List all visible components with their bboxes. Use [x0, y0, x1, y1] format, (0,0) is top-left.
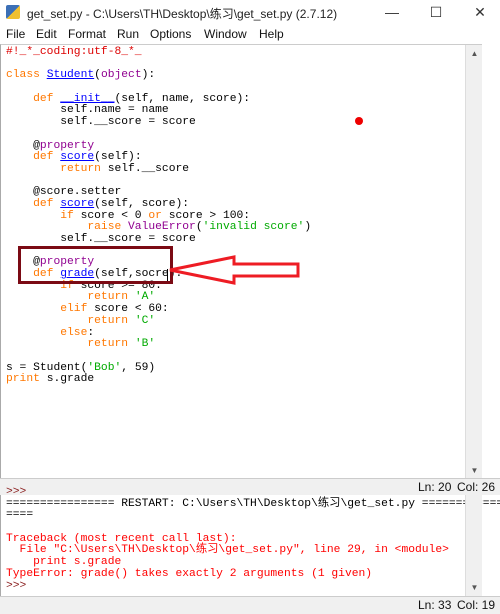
menu-edit[interactable]: Edit — [36, 27, 57, 41]
code-token: score — [60, 197, 95, 210]
code-line: >>> — [6, 579, 500, 593]
code-token: object — [100, 69, 142, 82]
menu-run[interactable]: Run — [117, 27, 139, 41]
code-line: ==== — [6, 510, 500, 522]
code-token: #!_*_coding:utf-8_*_ — [6, 46, 142, 58]
code-token: if — [6, 209, 81, 222]
code-token: 'C' — [134, 314, 156, 327]
code-token: @ — [6, 139, 40, 152]
code-token: score — [60, 151, 95, 164]
code-token: ): — [141, 69, 156, 82]
code-token: TypeError: grade() takes exactly 2 argum… — [6, 567, 373, 580]
code-token: def — [6, 151, 61, 164]
code-token: Student — [46, 69, 95, 82]
code-token: self.__score = score — [6, 116, 196, 129]
code-token: self.__score — [107, 162, 190, 175]
code-line: #!_*_coding:utf-8_*_ — [6, 46, 311, 59]
code-token: s = Student( — [6, 361, 88, 374]
code-token: ( — [94, 69, 101, 82]
scroll-down-icon[interactable]: ▼ — [466, 462, 483, 479]
code-token: score > 100: — [168, 209, 251, 222]
menu-format[interactable]: Format — [68, 27, 106, 41]
scroll-up-icon[interactable]: ▲ — [466, 45, 483, 62]
code-token: print s.grade — [6, 556, 122, 569]
maximize-button[interactable]: ☐ — [416, 2, 456, 22]
title-bar: get_set.py - C:\Users\TH\Desktop\练习\get_… — [0, 0, 500, 24]
code-token: return — [6, 338, 135, 351]
code-token: ) — [304, 221, 312, 234]
code-token: ================ RESTART: C:\Users\TH\De… — [6, 497, 500, 510]
editor-code[interactable]: #!_*_coding:utf-8_*_ class Student(object… — [6, 46, 312, 386]
menu-help[interactable]: Help — [259, 27, 284, 41]
code-token: Traceback (most recent call last): — [6, 532, 237, 545]
shell-scrollbar[interactable]: ▼ — [465, 495, 482, 596]
minimize-button[interactable]: — — [372, 2, 412, 22]
code-line: self.__score = score — [6, 116, 311, 129]
menu-window[interactable]: Window — [204, 27, 247, 41]
code-token: (self, score): — [94, 197, 190, 210]
code-line: self.__score = score — [6, 233, 311, 246]
highlight-box — [18, 246, 173, 284]
editor-scrollbar[interactable]: ▲ ▼ — [465, 45, 482, 479]
code-token: score < 0 — [80, 209, 149, 222]
code-token: : — [87, 326, 95, 339]
shell-output[interactable]: >>> ================ RESTART: C:\Users\TH… — [6, 486, 500, 593]
python-idle-icon — [6, 5, 20, 19]
code-token: score < 60: — [94, 303, 169, 316]
code-line: print s.grade — [6, 373, 311, 386]
code-token: s.grade — [46, 373, 95, 386]
menu-bar: File Edit Format Run Options Window Help — [0, 26, 500, 44]
code-token: , 59) — [121, 361, 156, 374]
code-line: class Student(object): — [6, 70, 311, 82]
code-token: raise — [6, 221, 129, 234]
code-token: 'A' — [134, 291, 156, 304]
code-token: ( — [195, 221, 203, 234]
code-token: 'Bob' — [87, 361, 122, 374]
code-line: return self.__score — [6, 162, 311, 176]
code-token: >>> — [6, 486, 27, 498]
close-button[interactable]: ✕ — [460, 2, 500, 22]
python-shell[interactable]: >>> ================ RESTART: C:\Users\TH… — [0, 486, 500, 596]
code-token: class — [6, 69, 47, 82]
code-line: TypeError: grade() takes exactly 2 argum… — [6, 567, 500, 581]
code-line: return 'B' — [6, 338, 311, 351]
arrow-annotation — [169, 255, 300, 285]
code-token: or — [148, 209, 169, 222]
code-token: (self, name, score): — [114, 92, 251, 105]
code-token: property — [39, 139, 95, 152]
window-title: get_set.py - C:\Users\TH\Desktop\练习\get_… — [27, 7, 338, 21]
shell-status-bar: Ln: 33 Col: 19 — [0, 596, 500, 614]
code-line: ================ RESTART: C:\Users\TH\De… — [6, 497, 500, 511]
code-token: self.__score = score — [6, 233, 196, 245]
code-token: def — [6, 92, 61, 105]
code-token: ==== — [6, 509, 34, 522]
code-token: ValueError — [128, 221, 196, 234]
shell-column-number: Col: 19 — [457, 598, 496, 612]
code-token: __init__ — [60, 92, 115, 105]
code-token: 'B' — [134, 338, 156, 351]
code-token: 'invalid score' — [202, 221, 305, 234]
code-token: else — [6, 326, 88, 339]
code-token: return — [6, 162, 108, 175]
code-token: return — [6, 314, 135, 327]
code-token: (self): — [94, 151, 142, 164]
code-token: File "C:\Users\TH\Desktop\练习\get_set.py"… — [6, 544, 449, 557]
code-token: self.name = name — [6, 104, 169, 117]
code-token: return — [6, 291, 135, 304]
code-token: def — [6, 197, 61, 210]
menu-options[interactable]: Options — [150, 27, 191, 41]
shell-line-number: Ln: 33 — [418, 598, 452, 612]
red-dot-mark — [355, 117, 363, 125]
code-token: >>> — [6, 579, 27, 592]
scroll-down-icon[interactable]: ▼ — [466, 579, 483, 596]
code-token: print — [6, 373, 47, 386]
menu-file[interactable]: File — [6, 27, 25, 41]
code-token: @score.setter — [6, 186, 122, 199]
code-token: elif — [6, 303, 95, 316]
